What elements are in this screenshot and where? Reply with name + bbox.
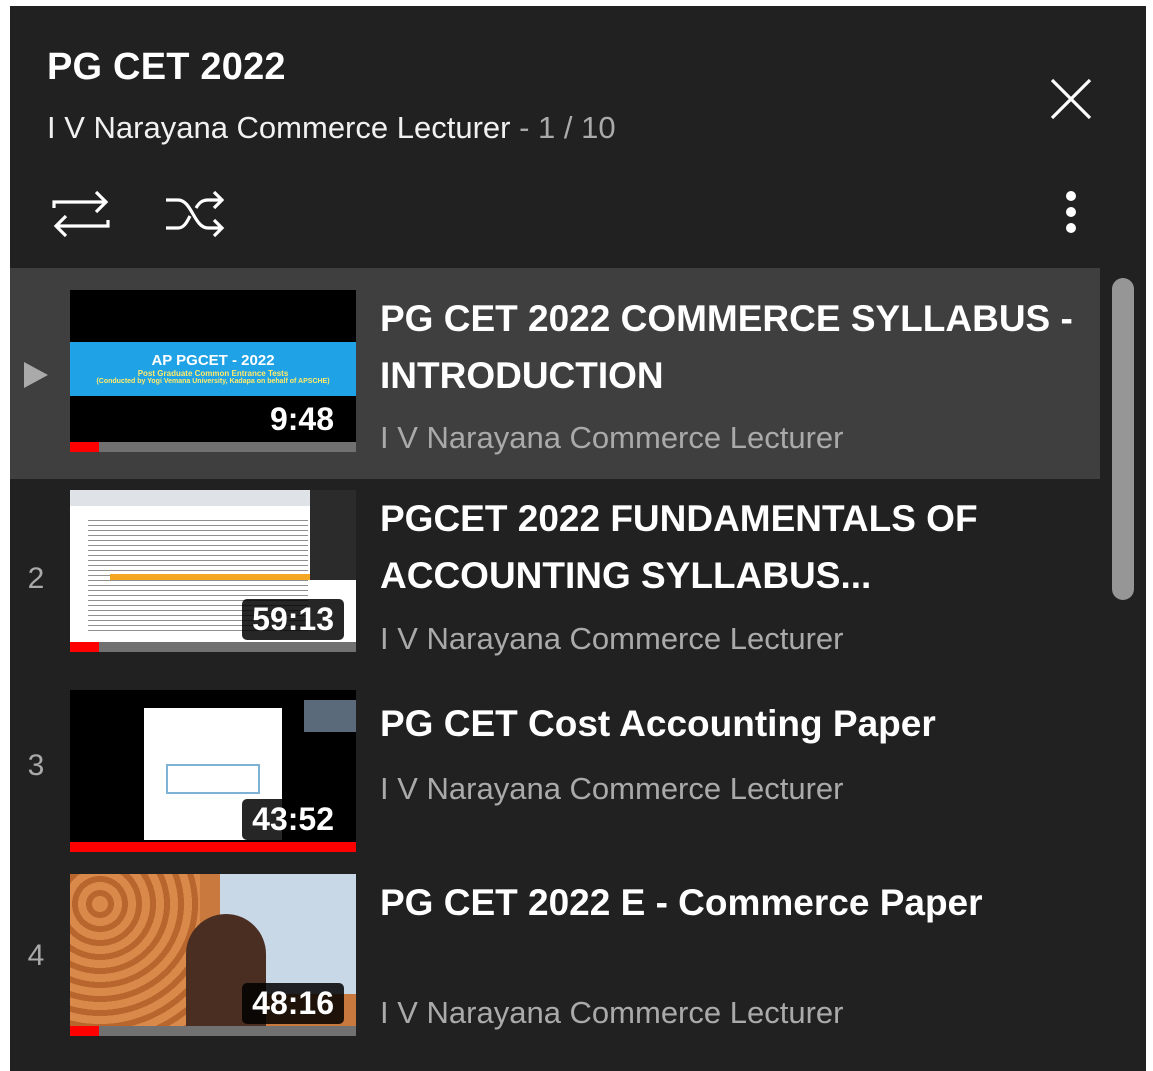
- close-icon: [1050, 78, 1092, 120]
- thumbnail-banner-title: AP PGCET - 2022: [151, 352, 275, 369]
- thumbnail-banner-note: (Conducted by Yogi Vemana University, Ka…: [96, 378, 330, 385]
- thumbnail-webcam: [310, 490, 356, 580]
- loop-button[interactable]: [48, 186, 114, 242]
- playlist-subtitle: I V Narayana Commerce Lecturer - 1 / 10: [47, 110, 616, 146]
- watch-progress-fill: [70, 1026, 99, 1036]
- watch-progress-track: [70, 642, 356, 652]
- thumbnail-banner: AP PGCET - 2022 Post Graduate Common Ent…: [70, 342, 356, 396]
- playlist-item-3[interactable]: 3 43:52 PG CET Cost Accounting Paper I V…: [10, 679, 1100, 863]
- more-options-button[interactable]: [1056, 182, 1086, 242]
- playlist-position: - 1 / 10: [510, 110, 616, 145]
- watch-progress-track: [70, 842, 356, 852]
- video-thumbnail[interactable]: 43:52: [70, 690, 356, 852]
- close-button[interactable]: [1046, 74, 1096, 124]
- thumbnail-highlight: [110, 574, 310, 580]
- video-title[interactable]: PG CET Cost Accounting Paper: [380, 695, 1080, 752]
- watch-progress-fill: [70, 842, 356, 852]
- video-duration: 48:16: [242, 983, 344, 1024]
- thumbnail-browser-bar: [70, 490, 310, 506]
- shuffle-icon: [166, 190, 225, 238]
- scrollbar-thumb[interactable]: [1112, 278, 1134, 600]
- playlist-channel[interactable]: I V Narayana Commerce Lecturer: [47, 110, 510, 145]
- watch-progress-track: [70, 442, 356, 452]
- watch-progress-fill: [70, 442, 99, 452]
- playlist-item-1[interactable]: AP PGCET - 2022 Post Graduate Common Ent…: [10, 268, 1100, 479]
- item-index: 3: [27, 749, 45, 782]
- shuffle-button[interactable]: [162, 186, 228, 242]
- playlist-panel: PG CET 2022 I V Narayana Commerce Lectur…: [10, 6, 1146, 1071]
- item-index: 4: [27, 939, 45, 972]
- video-channel[interactable]: I V Narayana Commerce Lecturer: [380, 621, 843, 657]
- thumbnail-banner-subtitle: Post Graduate Common Entrance Tests: [137, 369, 289, 378]
- video-thumbnail[interactable]: 48:16: [70, 874, 356, 1036]
- loop-icon: [52, 190, 110, 238]
- video-duration: 59:13: [242, 599, 344, 640]
- video-title[interactable]: PGCET 2022 FUNDAMENTALS OF ACCOUNTING SY…: [380, 490, 1080, 604]
- playlist-item-4[interactable]: 4 48:16 PG CET 2022 E - Commerce Paper I…: [10, 863, 1100, 1053]
- video-title[interactable]: PG CET 2022 COMMERCE SYLLABUS - INTRODUC…: [380, 290, 1080, 404]
- video-duration: 9:48: [259, 399, 344, 440]
- watch-progress-track: [70, 1026, 356, 1036]
- now-playing-icon: [24, 362, 48, 388]
- playlist-item-2[interactable]: 2 59:13 PGCET 2022 FUNDAMENTALS OF ACCOU…: [10, 479, 1100, 679]
- thumbnail-diagram: [166, 764, 260, 794]
- video-title[interactable]: PG CET 2022 E - Commerce Paper: [380, 874, 1080, 931]
- video-channel[interactable]: I V Narayana Commerce Lecturer: [380, 771, 843, 807]
- more-vert-icon: [1066, 191, 1076, 233]
- video-thumbnail[interactable]: AP PGCET - 2022 Post Graduate Common Ent…: [70, 290, 356, 452]
- watch-progress-fill: [70, 642, 99, 652]
- thumbnail-webcam: [304, 700, 356, 732]
- video-thumbnail[interactable]: 59:13: [70, 490, 356, 652]
- thumbnail-wall-pattern: [70, 874, 200, 1036]
- item-index: 2: [27, 562, 45, 595]
- video-channel[interactable]: I V Narayana Commerce Lecturer: [380, 995, 843, 1031]
- video-channel[interactable]: I V Narayana Commerce Lecturer: [380, 420, 843, 456]
- playlist-title[interactable]: PG CET 2022: [47, 46, 286, 89]
- video-duration: 43:52: [242, 799, 344, 840]
